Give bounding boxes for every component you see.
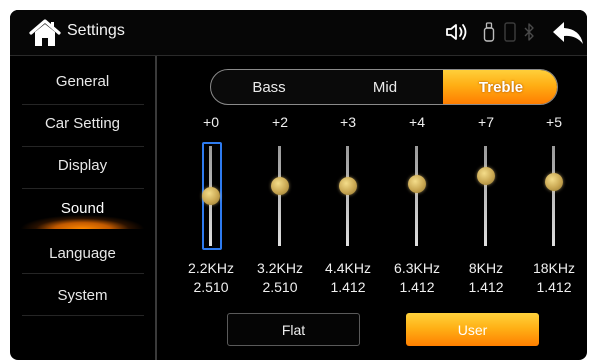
volume-icon bbox=[445, 20, 471, 44]
eq-slider-knob[interactable] bbox=[339, 177, 357, 195]
sidebar-divider bbox=[22, 315, 144, 316]
bluetooth-icon bbox=[523, 20, 535, 44]
eq-band-6: +5 18KHz 1.412 bbox=[521, 114, 587, 300]
eq-slider-knob[interactable] bbox=[202, 187, 220, 205]
eq-frequency-label: 18KHz bbox=[532, 260, 576, 276]
home-icon[interactable] bbox=[28, 18, 62, 48]
eq-frequency-label: 8KHz bbox=[468, 260, 504, 276]
eq-value-label: 2.510 bbox=[262, 279, 298, 295]
sidebar-item-display[interactable]: Display bbox=[10, 144, 155, 186]
eq-frequency-label: 3.2KHz bbox=[257, 260, 303, 276]
eq-band-1: +0 2.2KHz 2.510 bbox=[178, 114, 244, 300]
eq-slider-track[interactable] bbox=[278, 146, 281, 246]
band-tabs: Bass Mid Treble bbox=[210, 69, 558, 105]
eq-frequency-label: 2.2KHz bbox=[188, 260, 234, 276]
eq-value-label: 1.412 bbox=[536, 279, 572, 295]
page-title: Settings bbox=[67, 22, 125, 39]
tab-label: Mid bbox=[372, 78, 398, 96]
eq-slider-knob[interactable] bbox=[271, 177, 289, 195]
tab-treble[interactable]: Treble bbox=[443, 70, 557, 104]
tab-bass[interactable]: Bass bbox=[211, 70, 327, 104]
sidebar-item-sound[interactable]: Sound bbox=[10, 187, 155, 229]
eq-slider-track[interactable] bbox=[484, 146, 487, 246]
eq-slider-track[interactable] bbox=[415, 146, 418, 246]
sidebar-item-system[interactable]: System bbox=[10, 274, 155, 316]
button-label: User bbox=[457, 321, 488, 338]
eq-gain-label: +3 bbox=[340, 114, 356, 130]
eq-slider-knob[interactable] bbox=[545, 173, 563, 191]
sidebar-item-language[interactable]: Language bbox=[10, 232, 155, 274]
eq-frequency-label: 6.3KHz bbox=[394, 260, 440, 276]
flat-preset-button[interactable]: Flat bbox=[227, 313, 360, 346]
usb-icon bbox=[483, 20, 495, 44]
sidebar-item-car-setting[interactable]: Car Setting bbox=[10, 102, 155, 144]
eq-slider-track[interactable] bbox=[346, 146, 349, 246]
sidebar-item-label: General bbox=[55, 72, 110, 90]
eq-band-4: +4 6.3KHz 1.412 bbox=[384, 114, 450, 300]
phone-icon bbox=[503, 20, 517, 44]
eq-value-label: 2.510 bbox=[193, 279, 229, 295]
button-label: Flat bbox=[281, 321, 306, 338]
sidebar-item-label: Display bbox=[57, 156, 108, 174]
eq-gain-label: +0 bbox=[203, 114, 219, 130]
eq-value-label: 1.412 bbox=[399, 279, 435, 295]
eq-band-2: +2 3.2KHz 2.510 bbox=[247, 114, 313, 300]
eq-slider-knob[interactable] bbox=[477, 167, 495, 185]
eq-slider-knob[interactable] bbox=[408, 175, 426, 193]
sidebar-divider-vertical bbox=[155, 56, 157, 360]
eq-frequency-label: 4.4KHz bbox=[325, 260, 371, 276]
eq-slider-track[interactable] bbox=[552, 146, 555, 246]
header-bar: Settings bbox=[10, 10, 587, 55]
settings-sidebar: General Car Setting Display Sound Langua… bbox=[10, 56, 155, 360]
sidebar-item-label: Language bbox=[49, 244, 116, 262]
back-arrow-icon[interactable] bbox=[550, 19, 586, 47]
sidebar-item-label: Car Setting bbox=[44, 114, 121, 132]
sidebar-item-label: System bbox=[57, 286, 108, 304]
eq-gain-label: +5 bbox=[546, 114, 562, 130]
eq-band-3: +3 4.4KHz 1.412 bbox=[315, 114, 381, 300]
eq-value-label: 1.412 bbox=[330, 279, 366, 295]
eq-gain-label: +7 bbox=[478, 114, 494, 130]
eq-value-label: 1.412 bbox=[468, 279, 504, 295]
eq-gain-label: +2 bbox=[272, 114, 288, 130]
tab-mid[interactable]: Mid bbox=[327, 70, 443, 104]
sidebar-item-label: Sound bbox=[60, 199, 105, 217]
eq-band-5: +7 8KHz 1.412 bbox=[453, 114, 519, 300]
user-preset-button[interactable]: User bbox=[406, 313, 539, 346]
sidebar-item-general[interactable]: General bbox=[10, 60, 155, 102]
eq-gain-label: +4 bbox=[409, 114, 425, 130]
tab-label: Treble bbox=[478, 78, 524, 96]
settings-screen: Settings General Car Setting Display Sou… bbox=[10, 10, 587, 360]
tab-label: Bass bbox=[252, 78, 286, 96]
